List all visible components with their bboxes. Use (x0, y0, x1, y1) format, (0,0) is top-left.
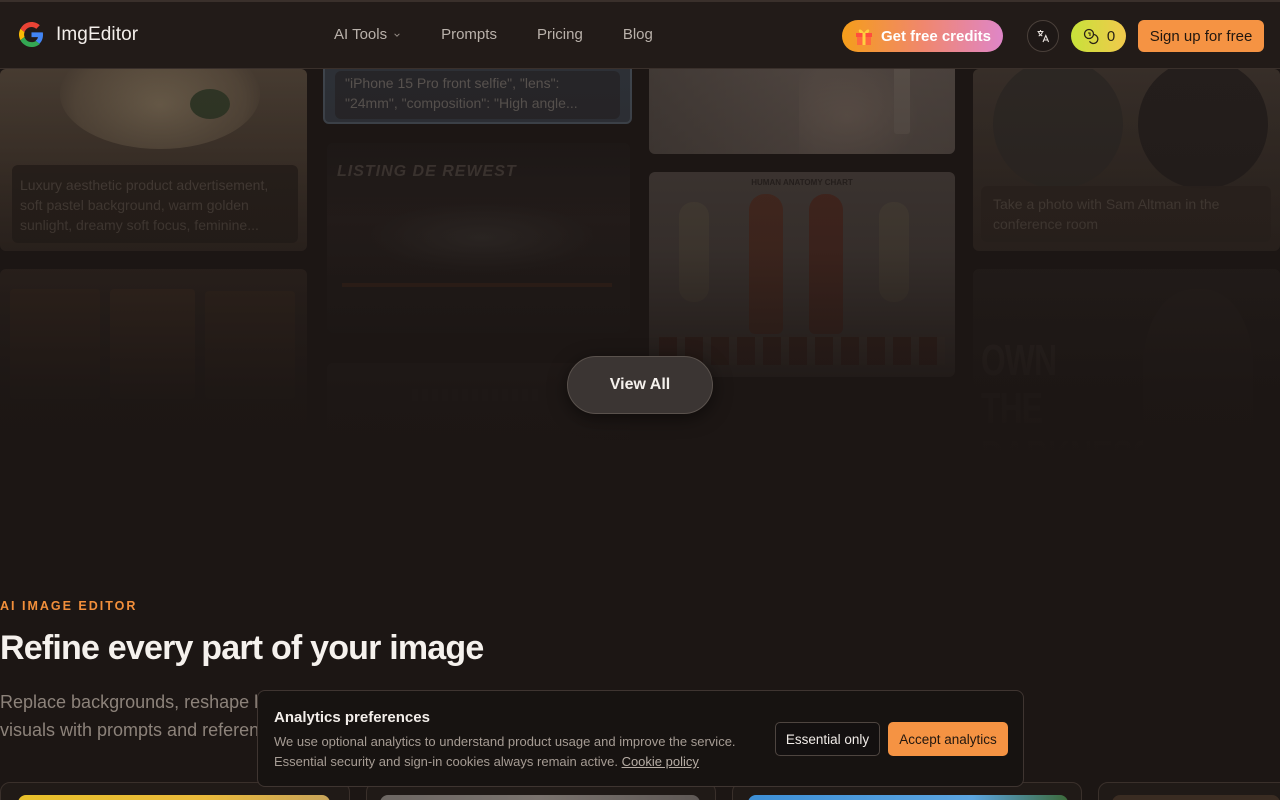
bottle-image (894, 69, 910, 134)
anatomy-figure (749, 194, 783, 334)
cookie-body: We use optional analytics to understand … (274, 732, 754, 772)
gallery-card[interactable]: Take a photo with Sam Altman in the conf… (973, 69, 1280, 251)
accept-analytics-button[interactable]: Accept analytics (888, 722, 1008, 756)
essential-only-button[interactable]: Essential only (775, 722, 880, 756)
poster-image (367, 203, 597, 273)
gallery-card[interactable]: OWN THE DARKNESS (973, 269, 1280, 469)
caption-text: Luxury aesthetic product advertisement, … (20, 177, 269, 233)
gallery-card[interactable]: LISTING DE REWEST (327, 143, 630, 333)
leaf-image (190, 89, 230, 119)
cookie-policy-link[interactable]: Cookie policy (622, 754, 699, 769)
chart-title: HUMAN ANATOMY CHART (751, 178, 853, 187)
anatomy-strip (659, 337, 945, 365)
gift-icon (855, 29, 872, 45)
chevron-down-icon (394, 32, 400, 37)
caption-text: Take a photo with Sam Altman in the conf… (993, 196, 1220, 232)
nav-pricing[interactable]: Pricing (537, 26, 583, 43)
man-in-hat-image (1143, 289, 1253, 459)
caption-box: Luxury aesthetic product advertisement, … (12, 165, 298, 243)
get-free-credits-label: Get free credits (880, 27, 992, 45)
feature-thumbnail (1112, 795, 1280, 800)
gallery-card[interactable] (649, 69, 955, 154)
product-image (60, 69, 260, 149)
credits-balance-button[interactable]: 0 (1071, 20, 1126, 52)
sign-up-button[interactable]: Sign up for free (1138, 20, 1264, 52)
logo[interactable]: ImgEditor (19, 22, 138, 47)
barcode-text (412, 389, 542, 401)
caption-box: Take a photo with Sam Altman in the conf… (981, 186, 1271, 242)
person-image (1138, 69, 1268, 189)
person-image (993, 69, 1123, 189)
google-g-logo-icon (19, 22, 44, 47)
translate-icon (1037, 30, 1050, 43)
cookie-body-text: Essential security and sign-in cookies a… (274, 754, 618, 769)
feature-thumbnail (18, 795, 330, 800)
section-headline: Refine every part of your image (0, 629, 484, 667)
top-navbar: ImgEditor AI Tools Prompts Pricing Blog … (0, 0, 1280, 69)
cookie-body-line: Essential security and sign-in cookies a… (274, 752, 754, 772)
portrait-image (110, 289, 195, 399)
anatomy-figure (809, 194, 843, 334)
nav-ai-tools-label: AI Tools (334, 26, 388, 43)
brand-name: ImgEditor (56, 23, 139, 45)
caption-text: "iPhone 15 Pro front selfie", "lens": "2… (345, 75, 578, 111)
portrait-image (205, 291, 295, 399)
gallery-card[interactable]: Luxury aesthetic product advertisement, … (0, 69, 307, 251)
gallery-card[interactable]: "iPhone 15 Pro front selfie", "lens": "2… (323, 69, 632, 124)
poster-headline: OWN THE DARKNESS (981, 336, 1154, 470)
nav-links: AI Tools Prompts Pricing Blog (334, 26, 693, 43)
view-all-button[interactable]: View All (567, 356, 713, 414)
nav-ai-tools[interactable]: AI Tools (334, 26, 401, 43)
get-free-credits-button[interactable]: Get free credits (842, 20, 1003, 52)
cookie-title: Analytics preferences (274, 709, 430, 726)
cookie-body-line: We use optional analytics to understand … (274, 734, 736, 749)
feature-thumbnail (748, 795, 1068, 800)
gallery-card[interactable] (0, 269, 307, 469)
anatomy-figure (879, 202, 909, 302)
gallery-card[interactable]: HUMAN ANATOMY CHART (649, 172, 955, 377)
caption-box: "iPhone 15 Pro front selfie", "lens": "2… (335, 71, 620, 119)
analytics-consent-banner: Analytics preferences We use optional an… (257, 690, 1024, 787)
section-eyebrow: AI IMAGE EDITOR (0, 599, 138, 613)
poster-title: LISTING DE REWEST (337, 163, 517, 180)
nav-prompts[interactable]: Prompts (441, 26, 497, 43)
language-switch-button[interactable] (1027, 20, 1059, 52)
portrait-image (10, 289, 100, 399)
anatomy-figure (679, 202, 709, 302)
coins-icon (1083, 28, 1099, 45)
feature-thumbnail (380, 795, 700, 800)
credits-count: 0 (1106, 27, 1116, 45)
nav-blog[interactable]: Blog (623, 26, 653, 43)
poster-detail (342, 283, 612, 287)
